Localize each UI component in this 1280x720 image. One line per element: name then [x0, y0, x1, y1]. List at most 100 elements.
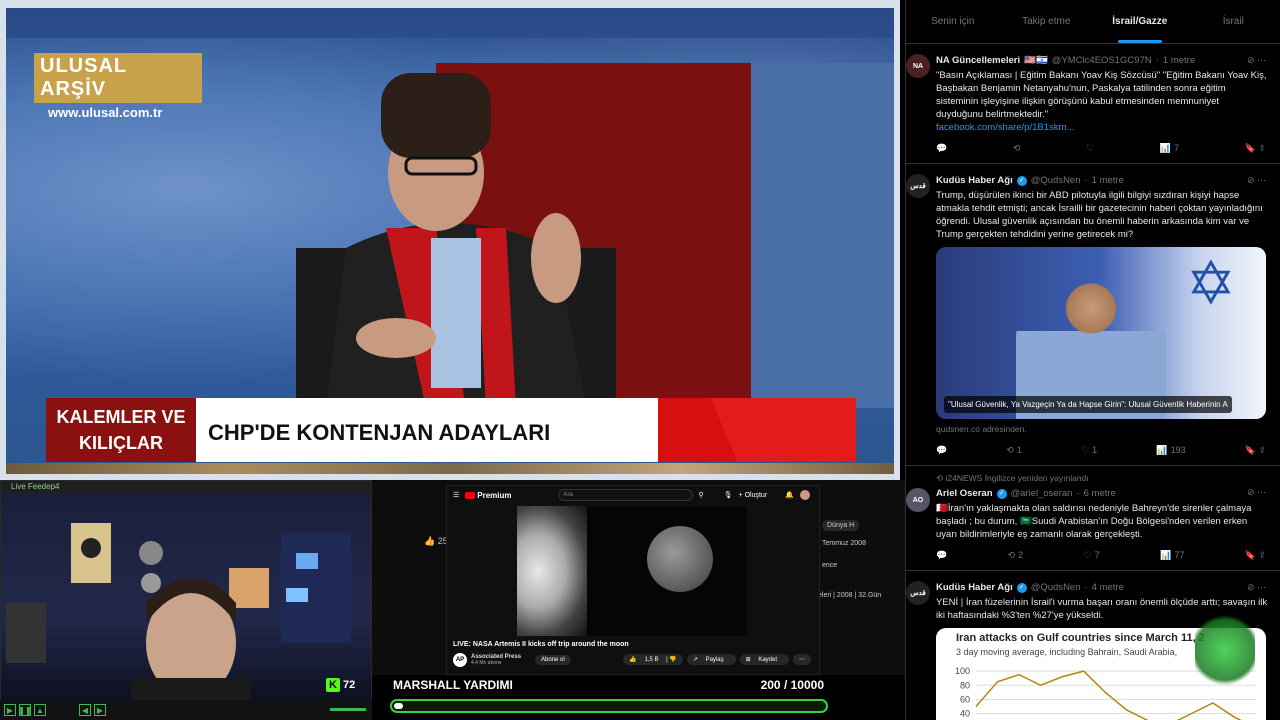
tab-for-you[interactable]: Senin için: [906, 0, 1000, 43]
webcam-window: Live Feedep4: [0, 480, 372, 720]
donation-goal: MARSHALL YARDIMI 200 / 10000: [390, 676, 830, 720]
reply-icon[interactable]: 💬: [936, 142, 947, 155]
pause-icon[interactable]: ❚❚: [18, 704, 32, 716]
views-icon[interactable]: 📊 7: [1160, 142, 1179, 155]
goal-progress-bar: [390, 699, 828, 713]
share-button[interactable]: ↗ Paylaş: [686, 654, 736, 665]
youtube-logo[interactable]: Premium: [465, 490, 512, 500]
grok-icon[interactable]: ⊘ ⋯: [1247, 174, 1266, 187]
views-icon[interactable]: 📊 193: [1156, 444, 1185, 457]
channel-avatar[interactable]: AP: [453, 653, 467, 667]
video-frame[interactable]: [517, 506, 747, 636]
logo-text: ULUSAL ARŞİV: [34, 53, 202, 103]
like-icon[interactable]: 👍 25: [424, 536, 448, 547]
tweet-time[interactable]: 1 metre: [1092, 174, 1124, 187]
y-tick-label: 60: [960, 694, 970, 704]
like-icon[interactable]: ♡: [1086, 142, 1094, 155]
author-handle[interactable]: @QudsNen: [1031, 174, 1081, 187]
repost-note: ⟲ i24NEWS İngilizce yeniden yayınlandı: [936, 473, 1089, 483]
channel-info: AP Associated Press 4,4 Mn abone Abone o…: [453, 653, 571, 667]
repost-icon[interactable]: ⟲: [1013, 142, 1021, 155]
screen: ULUSAL ARŞİV www.ulusal.com.tr KALEMLER …: [0, 0, 1280, 720]
like-icon[interactable]: ♡ 1: [1081, 444, 1097, 457]
author-handle[interactable]: @ariel_oseran: [1011, 487, 1073, 500]
avatar[interactable]: [799, 490, 810, 500]
blue-backdrop: [751, 63, 894, 408]
tab-israel-gaza[interactable]: İsrail/Gazze: [1093, 0, 1187, 43]
author-name[interactable]: Ariel Oseran: [936, 487, 993, 500]
create-button[interactable]: + Oluştur: [739, 492, 768, 499]
save-button[interactable]: ⊞ Kaydet: [739, 654, 789, 665]
tweet[interactable]: قدس Kudüs Haber Ağı ✓ @QudsNen · 1 metre…: [906, 164, 1280, 466]
tweet-time[interactable]: 6 metre: [1084, 487, 1116, 500]
tweet[interactable]: NA NA Güncellemeleri 🇺🇸🇮🇱 @YMClc4EOS1GC9…: [906, 44, 1280, 164]
like-icon[interactable]: ♡ 7: [1084, 549, 1100, 562]
tweet-actions: 💬 ⟲ 1 ♡ 1 📊 193 🔖 ⇪: [936, 444, 1268, 457]
repost-icon[interactable]: ⟲ 2: [1008, 549, 1024, 562]
grok-icon[interactable]: ⊘ ⋯: [1247, 581, 1266, 594]
more-button[interactable]: ⋯: [793, 654, 811, 665]
notification-icon[interactable]: 🔔: [785, 491, 794, 499]
search-icon[interactable]: ⚲: [699, 491, 704, 499]
play-icon[interactable]: ▶: [4, 704, 16, 716]
tweet-time[interactable]: 4 metre: [1092, 581, 1124, 594]
view-count: 7: [1174, 143, 1180, 153]
save-label: Kaydet: [752, 655, 783, 665]
search-input[interactable]: Ara: [557, 489, 693, 501]
views-icon[interactable]: 📊 77: [1160, 549, 1184, 562]
menu-icon[interactable]: ☰: [453, 491, 459, 499]
like-count: 1: [1092, 445, 1098, 455]
author-name[interactable]: Kudüs Haber Ağı: [936, 581, 1013, 594]
prev-icon[interactable]: ◀: [79, 704, 91, 716]
side-text: ence: [822, 562, 838, 569]
video-title: LIVE: NASA Artemis II kicks off trip aro…: [453, 641, 629, 648]
author-handle[interactable]: @YMClc4EOS1GC97N: [1052, 54, 1152, 67]
avatar[interactable]: قدس: [906, 174, 930, 198]
tab-israel[interactable]: İsrail: [1187, 0, 1280, 43]
goal-progress-fill: [394, 703, 403, 709]
reply-icon[interactable]: 💬: [936, 549, 947, 562]
mic-icon[interactable]: 🎙: [724, 491, 733, 499]
repost-icon[interactable]: ⟲ 1: [1006, 444, 1022, 457]
next-icon[interactable]: ▶: [94, 704, 106, 716]
bookmark-icon[interactable]: 🔖 ⇪: [1245, 444, 1266, 457]
media-controls: ▶ ❚❚ ▲ ◀ ▶: [0, 700, 372, 720]
avatar[interactable]: قدس: [906, 581, 930, 605]
logo-url: www.ulusal.com.tr: [48, 105, 163, 120]
author-handle[interactable]: @QudsNen: [1031, 581, 1081, 594]
reply-icon[interactable]: 💬: [936, 444, 947, 457]
streamer-room: [6, 523, 351, 708]
author-name[interactable]: Kudüs Haber Ağı: [936, 174, 1013, 187]
grok-icon[interactable]: ⊘ ⋯: [1247, 486, 1266, 499]
grok-icon[interactable]: ⊘ ⋯: [1247, 54, 1266, 67]
avatar[interactable]: AO: [906, 488, 930, 512]
up-icon[interactable]: ▲: [34, 704, 46, 716]
brand-label: Premium: [477, 490, 512, 500]
y-tick-label: 80: [960, 680, 970, 690]
channel-logo: ULUSAL ARŞİV www.ulusal.com.tr: [34, 53, 202, 120]
side-meta: eleri | 2008 | 32.Gün: [818, 592, 882, 599]
volume-slider[interactable]: [330, 708, 366, 711]
tweet-time[interactable]: 1 metre: [1163, 54, 1195, 67]
link-source[interactable]: qudsnen.co adresinden.: [936, 423, 1268, 436]
like-count: 1,5 B: [638, 655, 665, 665]
tweet[interactable]: ⟲ i24NEWS İngilizce yeniden yayınlandı A…: [906, 466, 1280, 571]
kick-icon: K: [326, 678, 340, 692]
avatar[interactable]: NA: [906, 54, 930, 78]
like-button[interactable]: 👍 1,5 B | 👎: [623, 654, 683, 665]
tweet-media[interactable]: ✡ "Ulusal Güvenlik, Ya Vazgeçin Ya da Ha…: [936, 247, 1266, 419]
side-tag[interactable]: Dünya H: [822, 520, 860, 531]
flag-star: ✡: [1185, 250, 1236, 317]
author-name[interactable]: NA Güncellemeleri: [936, 54, 1020, 67]
tweet-link[interactable]: facebook.com/share/p/1B1skm...: [936, 121, 1268, 134]
tab-following[interactable]: Takip etme: [1000, 0, 1094, 43]
media-caption: "Ulusal Güvenlik, Ya Vazgeçin Ya da Haps…: [944, 396, 1232, 413]
y-tick-label: 40: [960, 709, 970, 719]
youtube-window: ☰ Premium Ara ⚲ 🎙 + Oluştur 🔔 LIVE: NASA…: [446, 485, 820, 675]
bookmark-icon[interactable]: 🔖 ⇪: [1245, 549, 1266, 562]
repost-count: 1: [1016, 445, 1022, 455]
tweet-text: "Basın Açıklaması | Eğitim Bakanı Yoav K…: [936, 70, 1267, 120]
bookmark-icon[interactable]: 🔖 ⇪: [1245, 142, 1266, 155]
subscribe-button[interactable]: Abone ol: [535, 655, 571, 665]
verified-icon: ✓: [996, 488, 1007, 499]
